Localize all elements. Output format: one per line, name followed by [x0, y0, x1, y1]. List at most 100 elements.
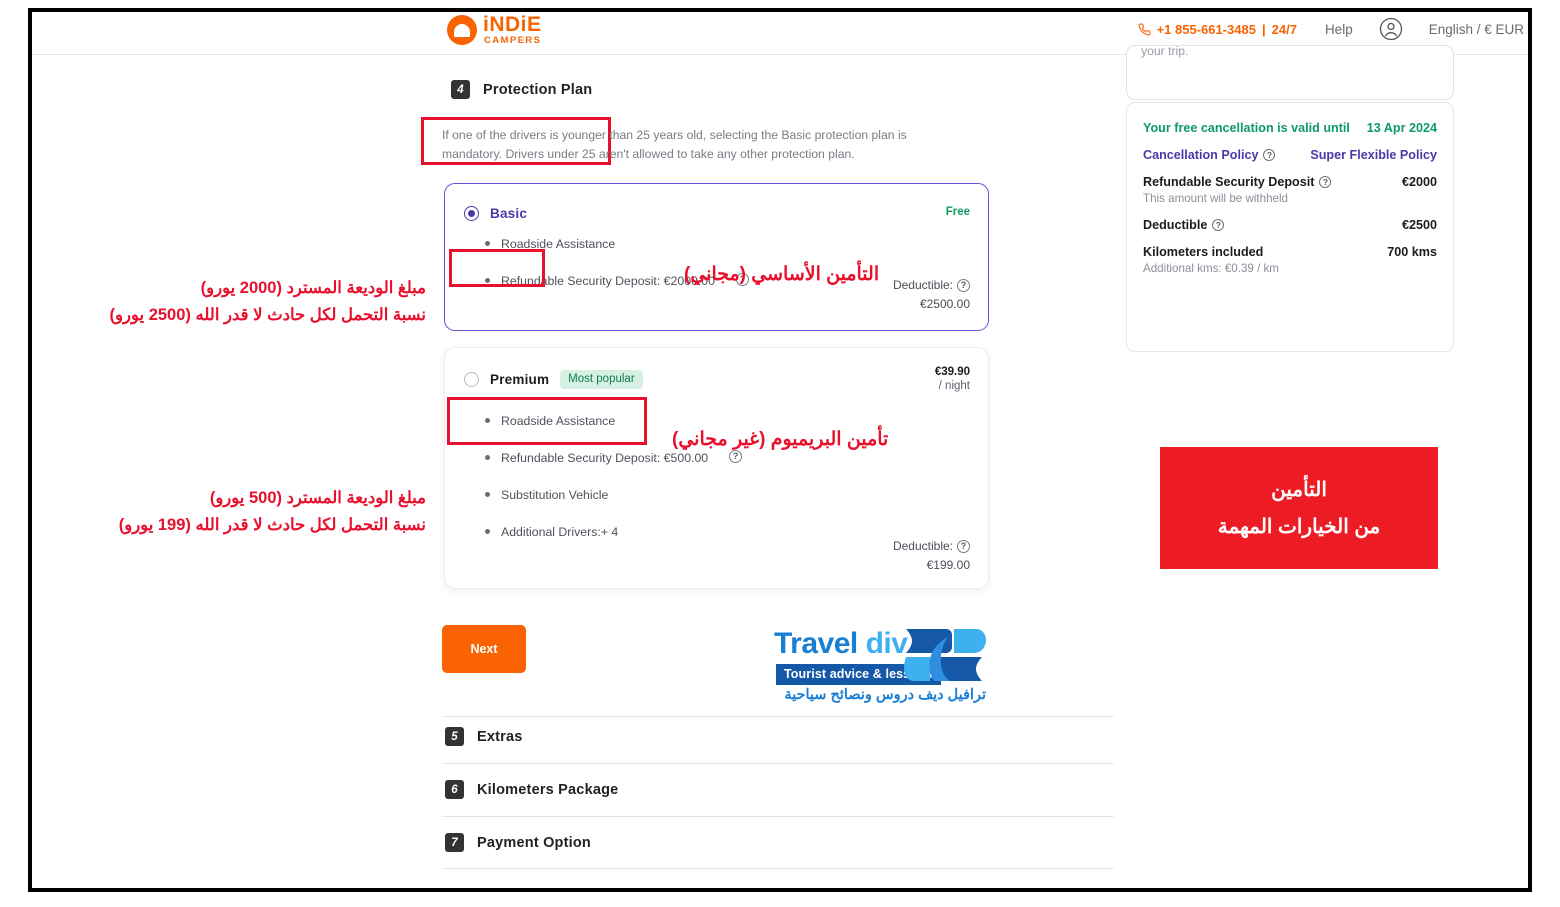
traveldiv-emblem-icon: [902, 625, 986, 685]
deductible-value: €2500: [1401, 218, 1437, 232]
account-icon[interactable]: [1379, 17, 1403, 41]
deductible-value: €199.00: [926, 558, 970, 572]
deductible-row: Deductible? €2500: [1143, 218, 1437, 232]
traveldiv-wordmark: Travel div: [774, 627, 908, 661]
phone-hours: 24/7: [1271, 21, 1297, 37]
deposit-row: Refundable Security Deposit? €2000: [1143, 175, 1437, 189]
kilometers-block: Kilometers included 700 kms Additional k…: [1143, 245, 1437, 275]
header-actions: +1 855-661-3485 | 24/7 Help English / € …: [1138, 17, 1524, 41]
deductible-label: Deductible?: [1143, 218, 1225, 232]
step-number-badge: 5: [445, 727, 464, 746]
help-circle-icon[interactable]: ?: [1263, 149, 1276, 161]
basic-plan-header[interactable]: Basic: [464, 206, 527, 221]
phone-number: +1 855-661-3485: [1156, 21, 1256, 37]
phone-icon: [1138, 23, 1151, 36]
annotation-red-callout-box: التأمين من الخيارات المهمة: [1160, 447, 1438, 569]
protection-plan-description: If one of the drivers is younger than 25…: [442, 128, 907, 161]
logo-wordmark: iNDiE: [483, 13, 542, 36]
price-amount: €39.90: [934, 366, 970, 378]
annotation-basic-left-arabic: مبلغ الوديعة المسترد (2000 يورو) نسبة ال…: [110, 275, 426, 329]
annotation-line: نسبة التحمل لكل حادث لا قدر الله (199 يو…: [118, 516, 426, 534]
policy-label-text: Cancellation Policy: [1143, 148, 1259, 162]
annotation-line: التأمين: [1271, 479, 1327, 501]
feature-label: Refundable Security Deposit: €500.00: [501, 451, 709, 465]
policy-label: Cancellation Policy?: [1143, 148, 1276, 162]
main-content: 4 Protection Plan If one of the drivers …: [32, 45, 1528, 888]
premium-deductible: Deductible:? €199.00: [893, 537, 970, 575]
list-item: Roadside Assistance: [485, 413, 742, 429]
list-item: Roadside Assistance: [485, 236, 749, 252]
basic-plan-name: Basic: [490, 206, 528, 221]
cancellation-label: Your free cancellation is valid until: [1143, 121, 1350, 135]
section-title: Kilometers Package: [477, 781, 619, 798]
campervan-icon: [447, 15, 477, 45]
phone-link[interactable]: +1 855-661-3485 | 24/7: [1138, 22, 1297, 37]
help-link[interactable]: Help: [1325, 22, 1353, 37]
feature-label: Roadside Assistance: [501, 237, 616, 251]
deposit-value: €2000: [1401, 175, 1437, 189]
annotation-line: مبلغ الوديعة المسترد (2000 يورو): [200, 279, 426, 297]
indie-campers-logo[interactable]: iNDiE CAMPERS: [447, 13, 567, 49]
sidebar-item-payment-option[interactable]: 7 Payment Option: [445, 833, 591, 852]
screenshot-frame: iNDiE CAMPERS +1 855-661-3485 | 24/7 Hel…: [28, 8, 1532, 892]
help-circle-icon[interactable]: ?: [1212, 219, 1225, 231]
logo-subtext: CAMPERS: [484, 35, 542, 46]
annotation-premium-title-arabic: تأمين البريميوم (غير مجاني): [672, 429, 889, 450]
deductible-label-text: Deductible: [1143, 218, 1208, 232]
feature-label: Roadside Assistance: [501, 414, 616, 428]
status-badge: Most popular: [560, 370, 643, 389]
section-title: Protection Plan: [483, 81, 593, 98]
traveldiv-tagline-arabic: ترافيل ديف دروس ونصائح سياحية: [784, 687, 986, 703]
premium-plan-header[interactable]: Premium Most popular: [464, 370, 643, 389]
annotation-line: من الخيارات المهمة: [1217, 516, 1381, 538]
deposit-label: Refundable Security Deposit?: [1143, 175, 1332, 189]
help-circle-icon[interactable]: ?: [1319, 176, 1332, 188]
booking-summary-card: Your free cancellation is valid until 13…: [1126, 102, 1454, 352]
kilometers-row: Kilometers included 700 kms: [1143, 245, 1437, 259]
bullet-icon: [485, 455, 490, 460]
cancellation-date: 13 Apr 2024: [1366, 121, 1437, 135]
bullet-icon: [485, 418, 490, 423]
bullet-icon: [485, 241, 490, 246]
deposit-subtext: This amount will be withheld: [1143, 192, 1288, 205]
plan-card-basic[interactable]: Basic Free Roadside Assistance Refundabl…: [444, 183, 989, 331]
step-number-badge: 4: [451, 80, 470, 99]
plan-card-premium[interactable]: Premium Most popular €39.90 / night Road…: [444, 347, 989, 589]
section-title: Payment Option: [477, 834, 591, 851]
bullet-icon: [485, 278, 490, 283]
divider: [442, 763, 1114, 764]
basic-deductible: Deductible:? €2500.00: [893, 276, 970, 314]
feature-label: Additional Drivers:+ 4: [501, 525, 619, 539]
partial-text: your trip.: [1141, 45, 1189, 58]
policy-row: Cancellation Policy? Super Flexible Poli…: [1143, 148, 1437, 162]
traveldiv-word-1: Travel: [774, 627, 858, 660]
divider: [442, 816, 1114, 817]
radio-basic[interactable]: [464, 206, 479, 221]
language-currency-selector[interactable]: English / € EUR: [1429, 22, 1524, 37]
sidebar-item-kilometers-package[interactable]: 6 Kilometers Package: [445, 780, 618, 799]
divider: [442, 868, 1114, 869]
radio-premium[interactable]: [464, 372, 479, 387]
policy-value: Super Flexible Policy: [1310, 148, 1437, 162]
deposit-block: Refundable Security Deposit? €2000 This …: [1143, 175, 1437, 205]
help-circle-icon[interactable]: ?: [957, 279, 970, 292]
deductible-value: €2500.00: [919, 297, 970, 311]
bullet-icon: [485, 529, 490, 534]
deductible-label: Deductible:: [892, 278, 953, 292]
deductible-label: Deductible:: [892, 539, 953, 553]
kilometers-value: 700 kms: [1387, 245, 1437, 259]
annotation-line: مبلغ الوديعة المسترد (500 يورو): [209, 489, 426, 507]
divider: [442, 716, 1114, 717]
sidebar-item-extras[interactable]: 5 Extras: [445, 727, 523, 746]
annotation-premium-left-arabic: مبلغ الوديعة المسترد (500 يورو) نسبة الت…: [119, 485, 426, 539]
basic-plan-price: Free: [945, 206, 970, 218]
step-number-badge: 7: [445, 833, 464, 852]
list-item: Additional Drivers:+ 4: [485, 524, 742, 540]
list-item: Refundable Security Deposit: €500.00 ?: [485, 450, 743, 466]
summary-card-partial: your trip.: [1126, 45, 1454, 100]
feature-label: Refundable Security Deposit: €2000.00: [501, 274, 715, 288]
next-button[interactable]: Next: [442, 625, 526, 673]
help-circle-icon[interactable]: ?: [957, 540, 970, 553]
help-circle-icon[interactable]: ?: [729, 450, 743, 463]
protection-plan-section-header[interactable]: 4 Protection Plan: [451, 80, 592, 99]
